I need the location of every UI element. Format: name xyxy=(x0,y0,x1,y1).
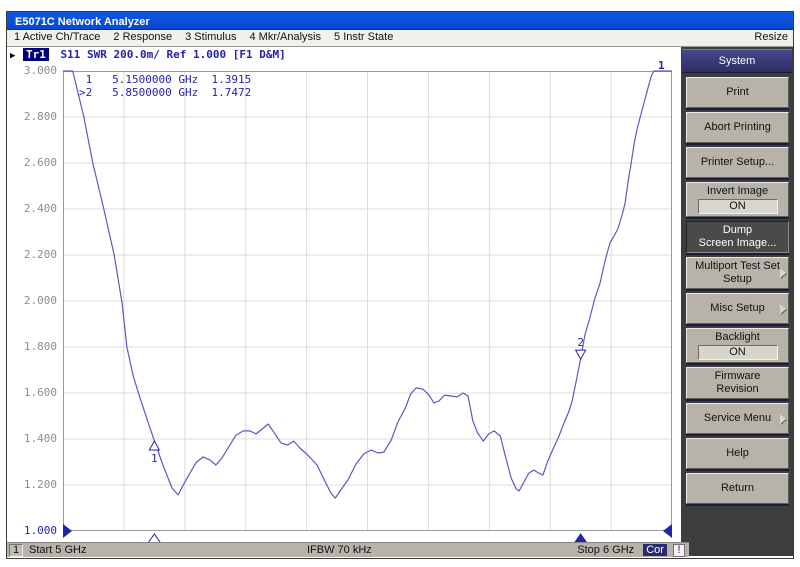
channel-indicator: 1 xyxy=(9,544,23,557)
trace-status-line: ▶ Tr1 S11 SWR 200.0m/ Ref 1.000 [F1 D&M] xyxy=(10,48,286,63)
trace-end-label: 1 xyxy=(658,59,665,72)
softkey-label-line: Service Menu xyxy=(689,412,786,425)
softkey-label-line: Dump xyxy=(689,224,786,237)
marker-readout-row: >2 5.8500000 GHz 1.7472 xyxy=(79,86,251,99)
y-axis-tick-label: 2.600 xyxy=(9,156,57,170)
ifbw-label: IFBW 70 kHz xyxy=(307,544,372,557)
menu-items: 1 Active Ch/Trace 2 Response 3 Stimulus 4 M… xyxy=(7,31,399,43)
y-axis-tick-label: 1.400 xyxy=(9,432,57,446)
softkey-help[interactable]: Help xyxy=(686,438,789,469)
y-axis-tick-label: 1.600 xyxy=(9,386,57,400)
softkey-label-line: Firmware xyxy=(689,370,786,383)
window-title: E5071C Network Analyzer xyxy=(7,16,150,28)
softkey-toggle-state: ON xyxy=(698,345,778,360)
y-axis-tick-label: 1.800 xyxy=(9,340,57,354)
marker-readout-row: 1 5.1500000 GHz 1.3915 xyxy=(79,73,251,86)
softkey-label-line: Screen Image... xyxy=(689,237,786,250)
y-axis-tick-label: 2.200 xyxy=(9,248,57,262)
marker-2-number: 2 xyxy=(577,336,584,349)
softkey-abort-printing[interactable]: Abort Printing xyxy=(686,112,789,143)
softkey-firmware-revision[interactable]: FirmwareRevision xyxy=(686,367,789,399)
softkey-label-line: Setup xyxy=(689,273,786,286)
y-axis-tick-label: 2.400 xyxy=(9,202,57,216)
softkey-menu-title: System xyxy=(682,49,792,73)
status-row: 1 Start 5 GHz IFBW 70 kHz Stop 6 GHz Cor… xyxy=(7,542,793,556)
y-axis-tick-label: 3.000 xyxy=(9,64,57,78)
start-frequency: Start 5 GHz xyxy=(29,544,86,557)
y-axis-tick-label: 2.800 xyxy=(9,110,57,124)
softkey-multiport-test-set-setup[interactable]: Multiport Test SetSetup xyxy=(686,257,789,289)
softkey-backlight[interactable]: BacklightON xyxy=(686,328,789,363)
analyzer-window: E5071C Network Analyzer 1 Active Ch/Trac… xyxy=(6,11,794,559)
y-axis-tick-label: 1.200 xyxy=(9,478,57,492)
softkey-label-line: Multiport Test Set xyxy=(689,260,786,273)
submenu-arrow-icon xyxy=(780,268,786,278)
submenu-arrow-icon xyxy=(780,304,786,314)
alert-indicator[interactable]: ! xyxy=(673,544,685,557)
softkey-misc-setup[interactable]: Misc Setup xyxy=(686,293,789,324)
softkey-label-line: Backlight xyxy=(689,331,786,344)
plot-area: ▶ Tr1 S11 SWR 200.0m/ Ref 1.000 [F1 D&M]… xyxy=(7,47,681,555)
graticule: 12 xyxy=(63,71,672,549)
marker-1-symbol-icon[interactable] xyxy=(149,441,159,450)
stop-frequency: Stop 6 GHz xyxy=(577,544,634,556)
softkey-label-line: Revision xyxy=(689,383,786,396)
softkey-toggle-state: ON xyxy=(698,199,778,214)
resize-control[interactable]: Resize xyxy=(754,30,788,45)
menu-item[interactable]: 4 Mkr/Analysis xyxy=(249,30,321,45)
softkey-printer-setup[interactable]: Printer Setup... xyxy=(686,147,789,178)
trace-plot-svg: 12 xyxy=(63,71,672,549)
menu-bar: 1 Active Ch/Trace 2 Response 3 Stimulus 4 M… xyxy=(7,30,793,47)
softkey-label-line: Printer Setup... xyxy=(689,156,786,169)
ref-level-indicator-right-icon xyxy=(663,524,672,538)
y-axis-tick-label: 2.000 xyxy=(9,294,57,308)
title-bar[interactable]: E5071C Network Analyzer xyxy=(7,12,793,30)
trace-parameters: S11 SWR 200.0m/ Ref 1.000 [F1 D&M] xyxy=(61,48,286,61)
menu-item[interactable]: 3 Stimulus xyxy=(185,30,236,45)
y-axis-tick-label: 1.000 xyxy=(9,524,57,538)
softkey-print[interactable]: Print xyxy=(686,77,789,108)
screen: E5071C Network Analyzer 1 Active Ch/Trac… xyxy=(0,0,800,567)
softkey-label-line: Return xyxy=(689,482,786,495)
softkey-service-menu[interactable]: Service Menu xyxy=(686,403,789,434)
softkey-label-line: Misc Setup xyxy=(689,302,786,315)
status-right-group: Stop 6 GHz Cor ! xyxy=(577,544,685,557)
menu-item[interactable]: 2 Response xyxy=(113,30,172,45)
marker-1-number: 1 xyxy=(151,452,158,465)
softkey-label-line: Abort Printing xyxy=(689,121,786,134)
softkey-invert-image[interactable]: Invert ImageON xyxy=(686,182,789,217)
softkey-return[interactable]: Return xyxy=(686,473,789,504)
marker-readout: 1 5.1500000 GHz 1.3915>2 5.8500000 GHz 1… xyxy=(79,73,251,99)
softkey-sidebar: System Print Abort Printing Printer Setup.… xyxy=(681,47,793,555)
submenu-arrow-icon xyxy=(780,414,786,424)
menu-item[interactable]: 1 Active Ch/Trace xyxy=(14,30,100,45)
softkey-label-line: Invert Image xyxy=(689,185,786,198)
softkey-label-line: Print xyxy=(689,86,786,99)
marker-2-symbol-icon[interactable] xyxy=(576,350,586,359)
softkey-buttons: Print Abort Printing Printer Setup... Inver… xyxy=(681,77,793,504)
status-bar: 1 Start 5 GHz IFBW 70 kHz Stop 6 GHz Cor… xyxy=(7,542,689,557)
active-trace-arrow-icon: ▶ xyxy=(10,51,15,61)
softkey-dump-screen-image[interactable]: DumpScreen Image... xyxy=(686,221,789,253)
status-filler xyxy=(689,542,793,556)
correction-badge: Cor xyxy=(643,544,667,556)
ref-level-indicator-left-icon xyxy=(63,524,72,538)
main-body: ▶ Tr1 S11 SWR 200.0m/ Ref 1.000 [F1 D&M]… xyxy=(7,47,793,555)
softkey-label-line: Help xyxy=(689,447,786,460)
trace-badge[interactable]: Tr1 xyxy=(23,48,49,61)
menu-item[interactable]: 5 Instr State xyxy=(334,30,393,45)
